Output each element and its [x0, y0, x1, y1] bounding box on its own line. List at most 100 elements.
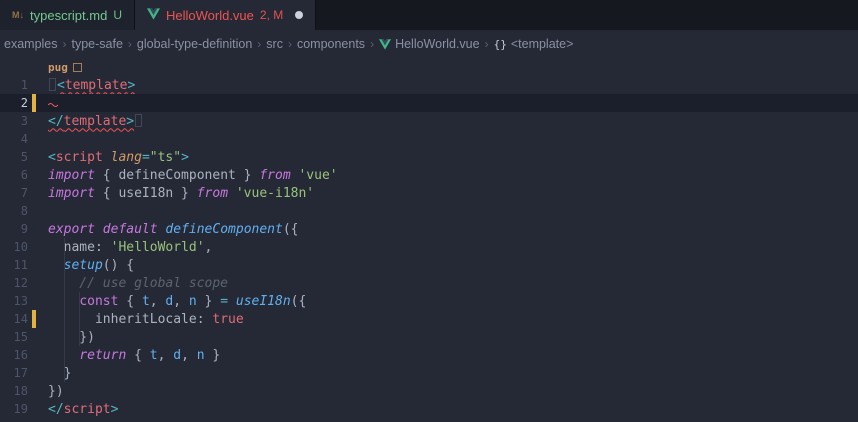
code-text: </script> [28, 402, 118, 417]
code-token: </ [48, 402, 64, 417]
breadcrumb-symbol[interactable]: {} <template> [494, 37, 574, 51]
code-line: 17 } [0, 364, 858, 382]
code-token: < [57, 78, 65, 93]
template-lang-lens[interactable]: pug [0, 58, 858, 76]
code-text: const { t, d, n } = useI18n({ [28, 294, 306, 309]
code-token: = [220, 294, 228, 309]
code-line: 10 name: 'HelloWorld', [0, 238, 858, 256]
breadcrumb-item[interactable]: components [297, 37, 365, 51]
code-token: export [48, 222, 95, 237]
code-token: useI18n [236, 294, 291, 309]
git-modified-gutter-bar [32, 94, 36, 112]
breadcrumb-item[interactable]: type-safe [72, 37, 123, 51]
code-line: 6import { defineComponent } from 'vue' [0, 166, 858, 184]
symbol-braces-icon: {} [494, 38, 507, 51]
code-line: 2 [0, 94, 858, 112]
problems-git-badge: 2, M [260, 8, 283, 22]
code-line: 5<script lang="ts"> [0, 148, 858, 166]
markdown-icon: M↓ [12, 9, 24, 22]
code-token: , [173, 294, 189, 309]
ghost-box-icon [135, 114, 142, 127]
code-token: // use global scope [48, 276, 228, 291]
code-token: </ [48, 114, 64, 129]
breadcrumb-item[interactable]: global-type-definition [137, 37, 252, 51]
code-token: n [197, 348, 205, 363]
line-number: 7 [0, 186, 28, 200]
line-number: 11 [0, 258, 28, 272]
code-token: > [111, 402, 119, 417]
chevron-right-icon: › [288, 37, 292, 51]
code-token: > [126, 114, 134, 129]
code-token [228, 186, 236, 201]
code-text: <template> [28, 78, 135, 93]
code-text: inheritLocale: true [28, 312, 244, 327]
chevron-right-icon: › [485, 37, 489, 51]
code-token: ({ [283, 222, 299, 237]
code-token [103, 150, 111, 165]
line-number: 9 [0, 222, 28, 236]
code-token: from [259, 168, 290, 183]
code-token: script [56, 150, 103, 165]
ghost-box-icon [49, 78, 56, 91]
code-token: > [181, 150, 189, 165]
code-token: { useI18n } [95, 186, 197, 201]
code-token: name: [48, 240, 111, 255]
line-number: 12 [0, 276, 28, 290]
line-number: 5 [0, 150, 28, 164]
breadcrumb-file[interactable]: HelloWorld.vue [379, 37, 480, 51]
unsaved-dot-icon[interactable] [295, 11, 303, 19]
line-number: 2 [0, 96, 28, 110]
lens-box-icon [73, 63, 82, 72]
code-token: const [79, 294, 118, 309]
line-number: 18 [0, 384, 28, 398]
code-token: , [150, 294, 166, 309]
chevron-right-icon: › [370, 37, 374, 51]
breadcrumb-file-label: HelloWorld.vue [395, 37, 480, 51]
git-modified-gutter-bar [32, 310, 36, 328]
code-text: </template> [28, 114, 143, 129]
code-token: t [142, 294, 150, 309]
code-text: }) [28, 384, 64, 399]
code-token: defineComponent [165, 222, 282, 237]
tab-typescript-md[interactable]: M↓ typescript.md U [0, 0, 135, 30]
line-number: 1 [0, 78, 28, 92]
code-text: import { useI18n } from 'vue-i18n' [28, 186, 314, 201]
line-number: 14 [0, 312, 28, 326]
code-text: } [28, 366, 71, 381]
breadcrumb-symbol-label: <template> [511, 37, 574, 51]
editor[interactable]: pug 1<template>23</template>45<script la… [0, 58, 858, 422]
code-token: true [212, 312, 243, 327]
code-token: 'vue-i18n' [236, 186, 314, 201]
vscode-window: M↓ typescript.md U HelloWorld.vue 2, M e… [0, 0, 858, 422]
line-number: 15 [0, 330, 28, 344]
code-token: 'HelloWorld' [111, 240, 205, 255]
code-token: = [142, 150, 150, 165]
code-token: inheritLocale: [48, 312, 212, 327]
code-token: n [189, 294, 197, 309]
code-line: 14 inheritLocale: true [0, 310, 858, 328]
line-number: 17 [0, 366, 28, 380]
tab-label: HelloWorld.vue [166, 8, 254, 23]
code-token: , [205, 240, 213, 255]
code-token: lang [111, 150, 142, 165]
line-number: 10 [0, 240, 28, 254]
code-text: export default defineComponent({ [28, 222, 298, 237]
code-token: }) [48, 384, 64, 399]
vue-icon [379, 39, 391, 50]
code-token: d [173, 348, 181, 363]
code-token: > [127, 78, 135, 93]
indent-guide [79, 292, 80, 346]
code-token: { defineComponent } [95, 168, 259, 183]
code-token [48, 258, 64, 273]
line-number: 6 [0, 168, 28, 182]
code-text: setup() { [28, 258, 134, 273]
breadcrumb-item[interactable]: examples [4, 37, 58, 51]
tab-helloworld-vue[interactable]: HelloWorld.vue 2, M [135, 0, 316, 30]
code-line: 1<template> [0, 76, 858, 94]
code-token: template [65, 78, 128, 93]
code-token: import [48, 168, 95, 183]
code-line: 4 [0, 130, 858, 148]
code-token: "ts" [150, 150, 181, 165]
breadcrumb-item[interactable]: src [266, 37, 283, 51]
code-line: 18}) [0, 382, 858, 400]
